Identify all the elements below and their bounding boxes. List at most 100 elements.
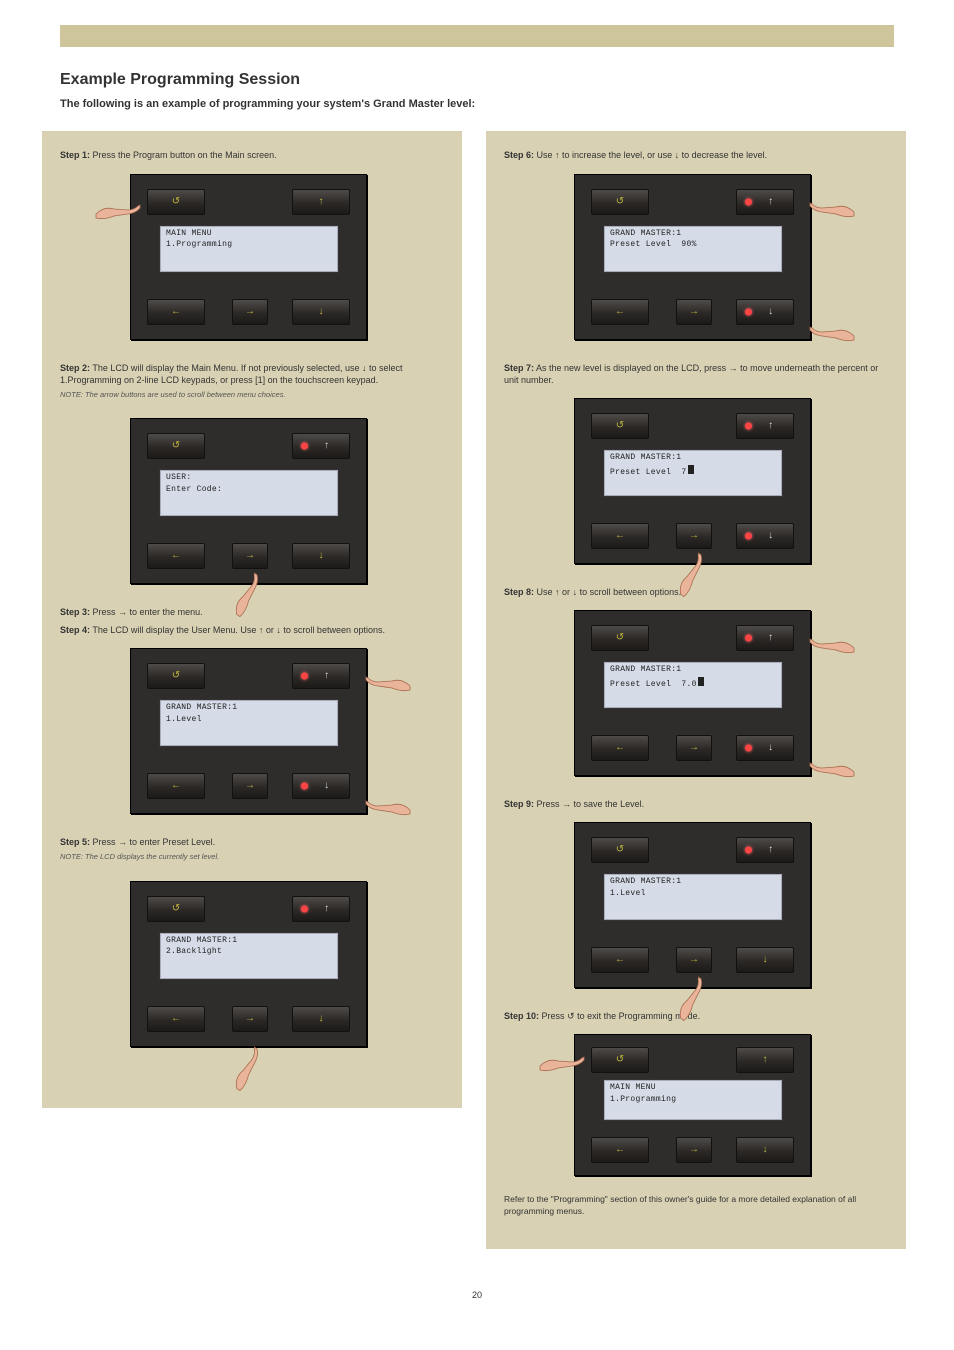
left-button[interactable]: ←: [591, 735, 649, 761]
down-button[interactable]: ↓: [736, 735, 794, 761]
right-icon: →: [689, 741, 699, 755]
left-button[interactable]: ←: [591, 947, 649, 973]
lcd-line2: 1.Level: [160, 714, 338, 726]
up-button[interactable]: ↑: [292, 433, 350, 459]
left-button[interactable]: ←: [591, 299, 649, 325]
status-led: [745, 198, 752, 205]
step-label: Step 6:: [504, 150, 534, 160]
up-icon: ↑: [319, 195, 324, 209]
status-led: [301, 673, 308, 680]
back-icon: ↺: [172, 669, 180, 683]
down-button[interactable]: ↓: [292, 543, 350, 569]
lcd-line1: USER:: [160, 470, 338, 484]
down-button[interactable]: ↓: [292, 773, 350, 799]
back-button[interactable]: ↺: [591, 837, 649, 863]
back-button[interactable]: ↺: [591, 1047, 649, 1073]
keypad-panel: ↺ ↑ GRAND MASTER:1 2.Backlight ← → ↓: [130, 881, 367, 1047]
right-button[interactable]: →: [232, 299, 268, 325]
up-icon: ↑: [768, 195, 773, 209]
right-button[interactable]: →: [676, 947, 712, 973]
left-button[interactable]: ←: [147, 299, 205, 325]
down-button[interactable]: ↓: [736, 947, 794, 973]
down-button[interactable]: ↓: [292, 1006, 350, 1032]
right-button[interactable]: →: [676, 1137, 712, 1163]
hand-icon: [364, 668, 412, 696]
two-column-layout: Step 1: Press the Program button on the …: [42, 131, 912, 1249]
up-icon: ↑: [763, 1053, 768, 1067]
panel-3: ↺ ↑ GRAND MASTER:1 1.Level ← → ↓: [112, 640, 392, 830]
up-button[interactable]: ↑: [736, 189, 794, 215]
status-led: [745, 532, 752, 539]
step-text: Press → to save the Level.: [537, 799, 645, 809]
right-button[interactable]: →: [676, 735, 712, 761]
up-icon: ↑: [768, 631, 773, 645]
down-button[interactable]: ↓: [292, 299, 350, 325]
step-2: Step 2: The LCD will display the Main Me…: [60, 362, 444, 386]
lcd-line2: 1.Programming: [160, 239, 338, 251]
right-button[interactable]: →: [232, 1006, 268, 1032]
left-icon: ←: [615, 953, 625, 967]
up-button[interactable]: ↑: [736, 837, 794, 863]
left-icon: ←: [171, 549, 181, 563]
left-icon: ←: [615, 741, 625, 755]
lcd-display: GRAND MASTER:1 1.Level: [159, 699, 339, 747]
down-button[interactable]: ↓: [736, 523, 794, 549]
back-button[interactable]: ↺: [147, 433, 205, 459]
keypad-panel: ↺ ↑ GRAND MASTER:1 Preset Level 90% ← → …: [574, 174, 811, 340]
page-title: Example Programming Session: [60, 69, 894, 91]
panel-6: ↺ ↑ GRAND MASTER:1 Preset Level 90% ← → …: [556, 166, 836, 356]
back-button[interactable]: ↺: [147, 189, 205, 215]
lcd-line2: 1.Programming: [604, 1094, 782, 1106]
lcd-display: GRAND MASTER:1 Preset Level 90%: [603, 225, 783, 273]
up-button[interactable]: ↑: [736, 625, 794, 651]
down-icon: ↓: [768, 741, 773, 755]
step-label: Step 3:: [60, 607, 90, 617]
left-icon: ←: [171, 779, 181, 793]
lcd-line2: Preset Level 7: [604, 464, 782, 479]
step-label: Step 8:: [504, 587, 534, 597]
step-text: The LCD will display the User Menu. Use …: [92, 625, 385, 635]
right-button[interactable]: →: [676, 523, 712, 549]
keypad-panel: ↺ ↑ GRAND MASTER:1 1.Level ← → ↓: [574, 822, 811, 988]
left-button[interactable]: ←: [591, 1137, 649, 1163]
step-8: Step 8: Use ↑ or ↓ to scroll between opt…: [504, 586, 888, 598]
page-number: 20: [0, 1289, 954, 1301]
step-label: Step 10:: [504, 1011, 539, 1021]
up-button[interactable]: ↑: [736, 413, 794, 439]
cursor-icon: [698, 677, 704, 686]
lcd-line2: Preset Level 7.0: [604, 676, 782, 691]
up-button[interactable]: ↑: [736, 1047, 794, 1073]
step-text: Press ↺ to exit the Programming mode.: [542, 1011, 701, 1021]
back-button[interactable]: ↺: [591, 625, 649, 651]
keypad-panel: ↺ ↑ MAIN MENU 1.Programming ← → ↓: [130, 174, 367, 340]
left-button[interactable]: ←: [147, 1006, 205, 1032]
panel-7: ↺ ↑ GRAND MASTER:1 Preset Level 7 ← → ↓: [556, 390, 836, 580]
step-label: Step 4:: [60, 625, 90, 635]
status-led: [745, 422, 752, 429]
back-button[interactable]: ↺: [591, 413, 649, 439]
lcd-line1: GRAND MASTER:1: [604, 662, 782, 676]
left-button[interactable]: ←: [147, 543, 205, 569]
step-3: Step 3: Press → to enter the menu.: [60, 606, 444, 618]
note-5: NOTE: The LCD displays the currently set…: [60, 852, 444, 862]
back-icon: ↺: [616, 1053, 624, 1067]
up-button[interactable]: ↑: [292, 189, 350, 215]
right-button[interactable]: →: [232, 543, 268, 569]
step-label: Step 5:: [60, 837, 90, 847]
left-button[interactable]: ←: [147, 773, 205, 799]
down-button[interactable]: ↓: [736, 299, 794, 325]
right-button[interactable]: →: [232, 773, 268, 799]
lcd-line2: Preset Level 90%: [604, 239, 782, 251]
up-button[interactable]: ↑: [292, 896, 350, 922]
up-icon: ↑: [324, 439, 329, 453]
left-button[interactable]: ←: [591, 523, 649, 549]
back-button[interactable]: ↺: [147, 896, 205, 922]
cursor-icon: [688, 465, 694, 474]
back-button[interactable]: ↺: [591, 189, 649, 215]
panel-4: ↺ ↑ GRAND MASTER:1 2.Backlight ← → ↓: [112, 873, 392, 1078]
up-button[interactable]: ↑: [292, 663, 350, 689]
right-button[interactable]: →: [676, 299, 712, 325]
back-button[interactable]: ↺: [147, 663, 205, 689]
lcd-line1: GRAND MASTER:1: [160, 700, 338, 714]
down-button[interactable]: ↓: [736, 1137, 794, 1163]
